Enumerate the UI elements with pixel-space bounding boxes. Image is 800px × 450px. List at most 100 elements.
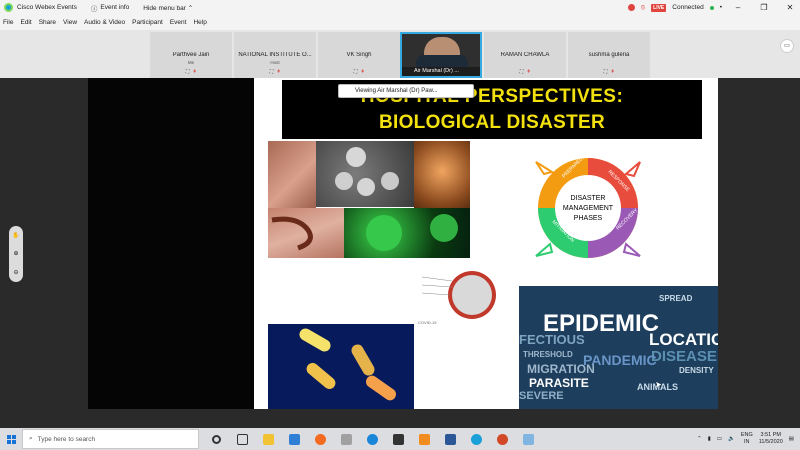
edge-icon[interactable] [359,428,385,450]
file-explorer-icon[interactable] [255,428,281,450]
green-virus-graphic [366,214,458,251]
info-icon: ⓘ [90,5,98,13]
participant-name: sushma guleria [588,52,630,58]
menu-file[interactable]: File [3,19,13,26]
wordcloud-word: SPREAD [659,294,693,303]
word-icon[interactable] [437,428,463,450]
battery-icon[interactable]: ▮ [708,436,711,442]
bacteria-micrograph-image [268,324,414,409]
mute-icon[interactable]: ⦸ [641,4,645,12]
chevron-up-icon[interactable]: ⌃ [697,436,702,442]
firefox-icon[interactable] [307,428,333,450]
ebola-virus-image [268,208,344,258]
wordcloud-word: LOCATION [649,330,718,349]
arrow-icon [622,242,641,257]
cycle-center-3: PHASES [574,215,603,222]
participant-name: RAMAN CHAWLA [500,52,550,58]
wordcloud-word: THRESHOLD [523,350,573,359]
taskbar-clock[interactable]: 3:51 PM 11/5/2020 [759,432,783,446]
disaster-management-cycle: DISASTER MANAGEMENT PHASES PREPAREDNESS … [535,148,641,258]
record-icon[interactable] [627,4,635,11]
language-indicator[interactable]: ENG IN [741,432,753,446]
mic-muted-icon: ǂ [361,69,365,75]
menu-audio-video[interactable]: Audio & Video [84,19,125,26]
virus-particles-graphic [335,147,399,196]
zoom-out-icon[interactable]: ⊖ [13,269,18,276]
layout-button[interactable]: ▭ [780,39,794,53]
paint-icon[interactable] [515,428,541,450]
hide-menu-bar-button[interactable]: Hide menu bar ⌃ [143,4,193,12]
cortana-icon[interactable] [203,428,229,450]
zoom-controls: ✋ ⊕ ⊖ [9,226,23,282]
video-off-icon: ⛶ [353,69,358,75]
vlc-icon[interactable] [411,428,437,450]
menu-help[interactable]: Help [193,19,206,26]
start-button[interactable] [0,428,22,450]
acrobat-icon[interactable] [385,428,411,450]
menu-participant[interactable]: Participant [132,19,163,26]
menu-view[interactable]: View [63,19,77,26]
video-off-icon: ⛶ [519,69,524,75]
network-icon[interactable]: ▭ [717,436,722,442]
participant-name: VK Singh [346,52,372,58]
store-icon[interactable] [281,428,307,450]
presentation-slide: HOSPITAL PERSPECTIVES: BIOLOGICAL DISAST… [254,78,718,409]
settings-app-icon[interactable] [333,428,359,450]
video-off-icon: ⛶ [603,69,608,75]
arrow-icon [623,161,641,178]
cell-micrograph-image [414,141,470,208]
arrow-icon [535,161,555,176]
content-stage: ✋ ⊕ ⊖ HOSPITAL PERSPECTIVES: BIOLOGICAL … [0,78,800,428]
layout-icon: ▭ [784,43,790,49]
restore-button[interactable]: ❐ [754,3,774,12]
close-button[interactable]: ✕ [780,3,800,12]
participant-name: Air Marshal (Dr) ... [402,67,480,76]
participant-name: NATIONAL INSTITUTE O... [238,52,312,58]
powerpoint-icon[interactable] [489,428,515,450]
volume-icon[interactable]: 🔈 [728,436,735,442]
menu-event[interactable]: Event [170,19,187,26]
menu-share[interactable]: Share [39,19,56,26]
participant-tile[interactable]: RAMAN CHAWLA ⛶ ǂ [484,32,566,78]
participant-role: Me [187,60,195,65]
title-bar: Cisco Webex Events ⓘ Event info Hide menu… [0,0,800,15]
participant-strip: Parthvee Jain Me ⛶ ǂ NATIONAL INSTITUTE O… [0,30,800,78]
mic-muted-icon: ǂ [611,69,615,75]
participant-tile[interactable]: NATIONAL INSTITUTE O... Host ⛶ ǂ [234,32,316,78]
webex-taskbar-icon[interactable] [463,428,489,450]
taskbar-search-box[interactable]: ⌕ Type here to search [22,429,199,449]
participant-name: Parthvee Jain [172,52,210,58]
menu-edit[interactable]: Edit [20,19,31,26]
windows-taskbar: ⌕ Type here to search ⌃ ▮ ▭ 🔈 ENG IN 3:5… [0,428,800,450]
event-info-button[interactable]: ⓘ Event info [91,3,129,13]
cycle-center-1: DISASTER [570,195,605,202]
mic-muted-icon: ǂ [277,69,281,75]
electron-micrograph-image [316,141,414,207]
arrow-icon [535,242,554,257]
minimize-button[interactable]: – [728,3,748,12]
more-icon[interactable]: • [720,4,722,11]
task-view-icon[interactable] [229,428,255,450]
wordcloud-word: DISEASE [651,348,717,365]
live-badge: LIVE [651,3,667,12]
participant-tile[interactable]: sushma guleria ⛶ ǂ [568,32,650,78]
search-placeholder: Type here to search [37,435,96,443]
epidemic-word-cloud: EPIDEMIC LOCATION DISEASE PANDEMIC MIGRA… [519,286,718,409]
green-virus-image [344,208,470,258]
filament-virus-graphic [271,216,313,251]
notifications-icon[interactable]: ▤ [789,436,794,442]
participant-tile[interactable]: Parthvee Jain Me ⛶ ǂ [150,32,232,78]
clock-date: 11/5/2020 [758,439,783,445]
video-off-icon: ⛶ [185,69,190,75]
shared-screen: HOSPITAL PERSPECTIVES: BIOLOGICAL DISAST… [88,78,718,409]
cycle-center-2: MANAGEMENT [563,205,614,212]
participant-tile-active-speaker[interactable]: Air Marshal (Dr) ... [400,32,482,78]
coronavirus-diagram: COVID-19 [418,265,508,329]
corona-caption: COVID-19 [418,320,437,325]
participant-tile[interactable]: VK Singh ⛶ ǂ [318,32,400,78]
zoom-in-icon[interactable]: ⊕ [13,250,18,257]
hand-icon[interactable]: ✋ [12,232,19,239]
wordcloud-word: DENSITY [679,366,714,375]
wordcloud-word: FECTIOUS [519,332,585,347]
wordcloud-word: PARASITE [529,376,589,390]
